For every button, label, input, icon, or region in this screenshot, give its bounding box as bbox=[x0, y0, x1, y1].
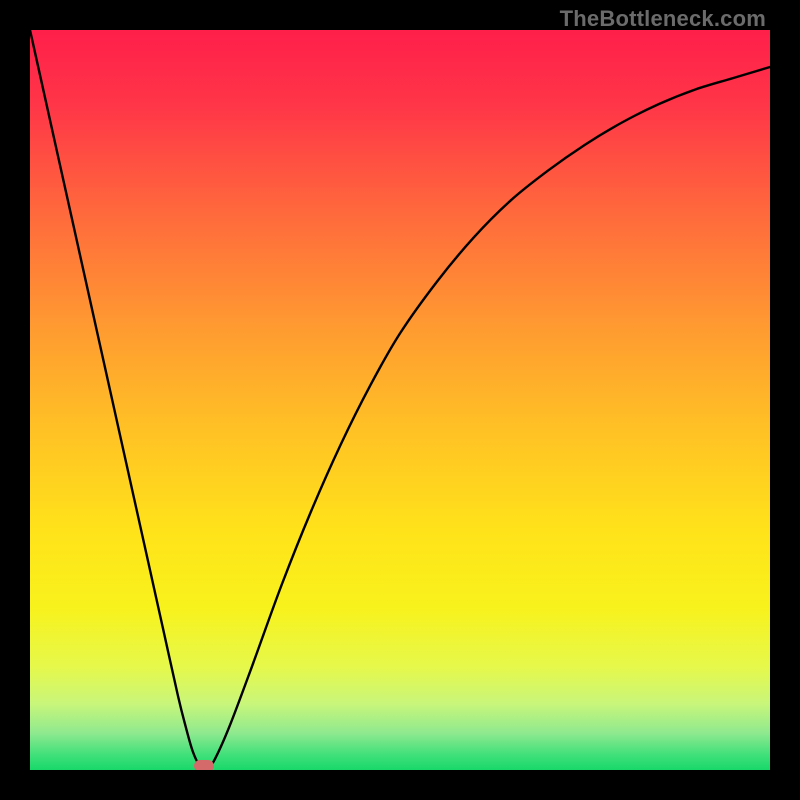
chart-frame: TheBottleneck.com bbox=[0, 0, 800, 800]
plot-area bbox=[30, 30, 770, 770]
optimal-marker bbox=[194, 760, 214, 770]
bottleneck-curve bbox=[30, 30, 770, 770]
watermark-text: TheBottleneck.com bbox=[560, 6, 766, 32]
